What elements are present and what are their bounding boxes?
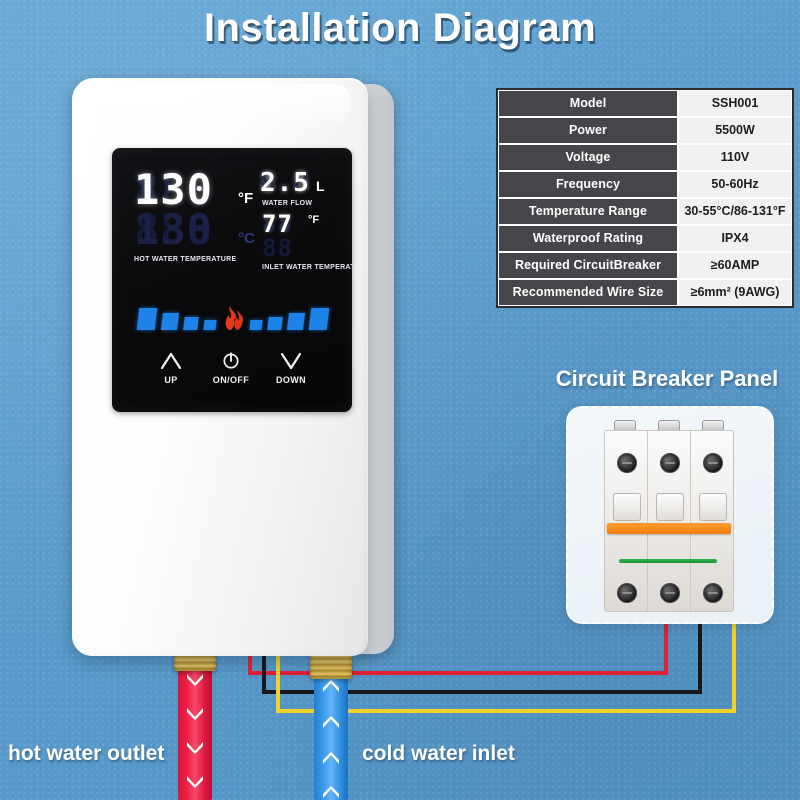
power-icon (202, 352, 260, 374)
lcd-display: 888 130 888 130 °F °C HOT WATER TEMPERAT… (112, 148, 352, 412)
chevron-up-icon (142, 352, 200, 374)
hot-water-pipe (178, 660, 212, 800)
lcd-control-row: UP ON/OFF DOWN (112, 352, 352, 400)
water-flow-value: 2.5 (260, 168, 310, 198)
spec-value: ≥6mm² (9AWG) (678, 279, 792, 306)
up-button[interactable]: UP (142, 352, 200, 385)
flow-arrow-down-icon (187, 708, 203, 720)
circuit-breaker-heading: Circuit Breaker Panel (555, 366, 779, 391)
ground-wire-vertical (732, 614, 736, 712)
water-flow-unit: L (316, 178, 325, 194)
cold-water-pipe (314, 672, 348, 800)
inlet-temp-unit: °F (308, 214, 320, 226)
spec-value: 50-60Hz (678, 171, 792, 198)
table-row: Voltage 110V (498, 144, 792, 171)
breaker-lever[interactable] (699, 493, 727, 521)
inlet-temp-value: 77 (262, 210, 293, 238)
hot-water-outlet-label: hot water outlet (8, 742, 165, 765)
flow-arrow-down-icon (187, 776, 203, 788)
spec-key: Power (498, 117, 678, 144)
bargraph-bar (160, 313, 180, 330)
table-row: Required CircuitBreaker ≥60AMP (498, 252, 792, 279)
flow-arrow-down-icon (187, 674, 203, 686)
neutral-wire-vertical (698, 614, 702, 693)
table-row: Recommended Wire Size ≥6mm² (9AWG) (498, 279, 792, 306)
onoff-button[interactable]: ON/OFF (202, 352, 260, 385)
table-row: Frequency 50-60Hz (498, 171, 792, 198)
hot-temp-value-c: 130 (134, 205, 213, 254)
bargraph-bar (308, 308, 330, 330)
spec-table-body: Model SSH001 Power 5500W Voltage 110V Fr… (498, 90, 792, 306)
flow-arrow-up-icon (323, 716, 339, 728)
breaker-terminal-top (703, 453, 723, 473)
spec-key: Required CircuitBreaker (498, 252, 678, 279)
table-row: Waterproof Rating IPX4 (498, 225, 792, 252)
breaker-toggle-bar[interactable] (607, 523, 731, 534)
power-bargraph (136, 300, 330, 330)
flow-arrow-up-icon (323, 680, 339, 692)
flow-arrow-up-icon (323, 786, 339, 798)
table-row: Temperature Range 30-55°C/86-131°F (498, 198, 792, 225)
hot-temp-value-f: 130 (134, 165, 213, 214)
flow-arrow-up-icon (323, 752, 339, 764)
bargraph-bar (267, 317, 283, 330)
spec-value: 110V (678, 144, 792, 171)
bargraph-bar (183, 317, 199, 330)
circuit-breaker-device (604, 420, 734, 612)
bargraph-bar (136, 308, 158, 330)
flow-arrow-down-icon (187, 742, 203, 754)
spec-value: IPX4 (678, 225, 792, 252)
flame-icon (225, 306, 243, 330)
spec-value: 5500W (678, 117, 792, 144)
up-button-label: UP (164, 375, 178, 385)
breaker-module-divider (647, 431, 648, 611)
spec-key: Temperature Range (498, 198, 678, 225)
cold-water-inlet-label: cold water inlet (362, 742, 515, 765)
breaker-terminal-top (617, 453, 637, 473)
spec-key: Waterproof Rating (498, 225, 678, 252)
down-button[interactable]: DOWN (262, 352, 320, 385)
down-button-label: DOWN (275, 375, 307, 385)
inlet-water-temperature-label: INLET WATER TEMPERATURE (262, 264, 352, 273)
hot-water-temperature-label: HOT WATER TEMPERATURE (134, 256, 237, 263)
spec-key: Frequency (498, 171, 678, 198)
spec-key: Model (498, 90, 678, 117)
bargraph-bar (249, 320, 263, 330)
segment-ghost: 88 (262, 234, 293, 262)
breaker-lever[interactable] (656, 493, 684, 521)
breaker-terminal-bottom (703, 583, 723, 603)
breaker-status-indicator (619, 559, 717, 563)
spec-value: SSH001 (678, 90, 792, 117)
unit-fahrenheit: °F (238, 190, 254, 207)
spec-value: 30-55°C/86-131°F (678, 198, 792, 225)
spec-key: Voltage (498, 144, 678, 171)
breaker-terminal-bottom (617, 583, 637, 603)
unit-celsius: °C (238, 230, 255, 247)
breaker-housing (604, 430, 734, 612)
spec-key: Recommended Wire Size (498, 279, 678, 306)
breaker-module-divider (690, 431, 691, 611)
table-row: Power 5500W (498, 117, 792, 144)
water-flow-label: WATER FLOW (262, 200, 313, 207)
inlet-label-text: INLET WATER TEMPERATURE (262, 264, 352, 271)
breaker-lever[interactable] (613, 493, 641, 521)
bargraph-bar (203, 320, 217, 330)
table-row: Model SSH001 (498, 90, 792, 117)
spec-value: ≥60AMP (678, 252, 792, 279)
chevron-down-icon (262, 352, 320, 374)
breaker-terminal-top (660, 453, 680, 473)
breaker-terminal-bottom (660, 583, 680, 603)
specification-table: Model SSH001 Power 5500W Voltage 110V Fr… (496, 88, 794, 308)
bargraph-bar (286, 313, 306, 330)
diagram-canvas: Installation Diagram Model SSH001 Power … (0, 0, 800, 800)
onoff-button-label: ON/OFF (212, 375, 250, 385)
page-title: Installation Diagram (203, 6, 597, 50)
circuit-breaker-panel (566, 406, 774, 624)
